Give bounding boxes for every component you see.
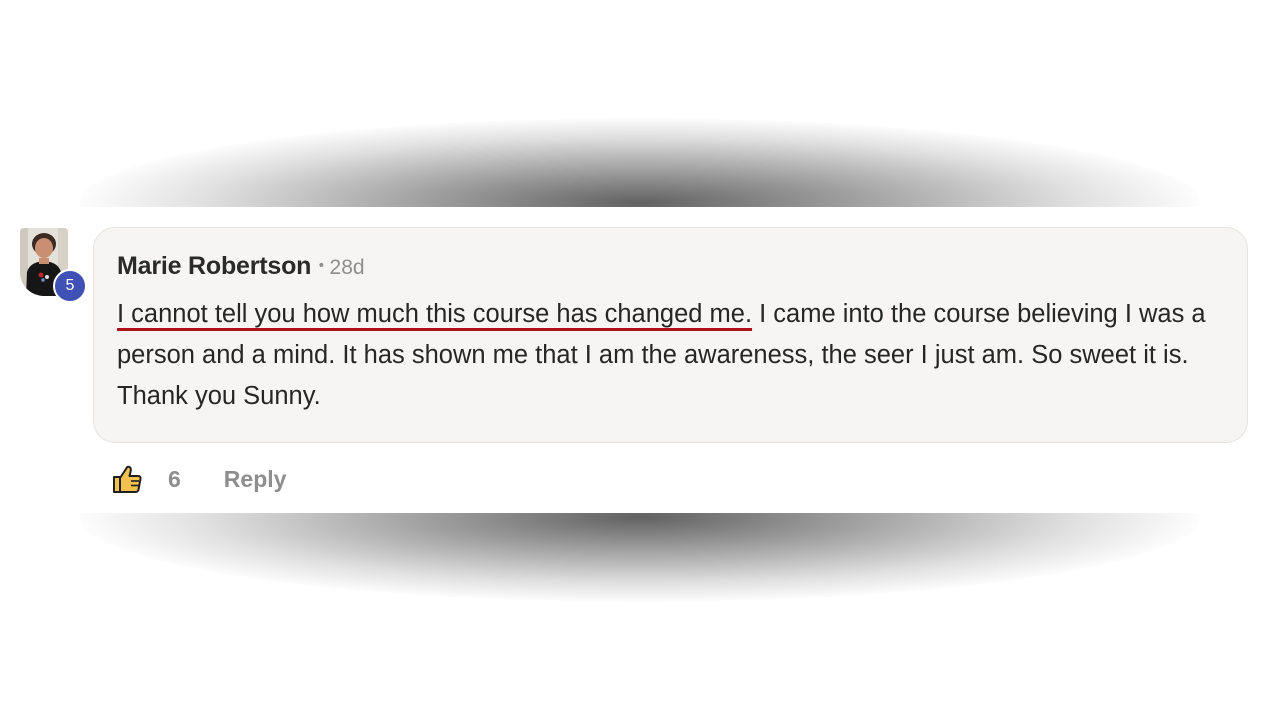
- like-count: 6: [168, 465, 181, 492]
- like-button[interactable]: [110, 462, 144, 496]
- timestamp[interactable]: 28d: [330, 256, 365, 279]
- level-badge: 5: [53, 269, 87, 303]
- comment-header: Marie Robertson • 28d: [117, 252, 365, 281]
- comment-actions: 6 Reply: [110, 460, 286, 498]
- screenshot-stage: 5 Marie Robertson • 28d I cannot tell you …: [0, 0, 1280, 720]
- separator-dot: •: [317, 258, 326, 274]
- highlighted-sentence: I cannot tell you how much this course h…: [117, 300, 753, 328]
- thumbs-up-icon: [113, 465, 142, 493]
- comment-body: I cannot tell you how much this course h…: [117, 294, 1227, 417]
- author-name[interactable]: Marie Robertson: [117, 252, 311, 280]
- comment-card: Marie Robertson • 28d I cannot tell you ho…: [93, 227, 1248, 443]
- reply-button[interactable]: Reply: [224, 466, 287, 493]
